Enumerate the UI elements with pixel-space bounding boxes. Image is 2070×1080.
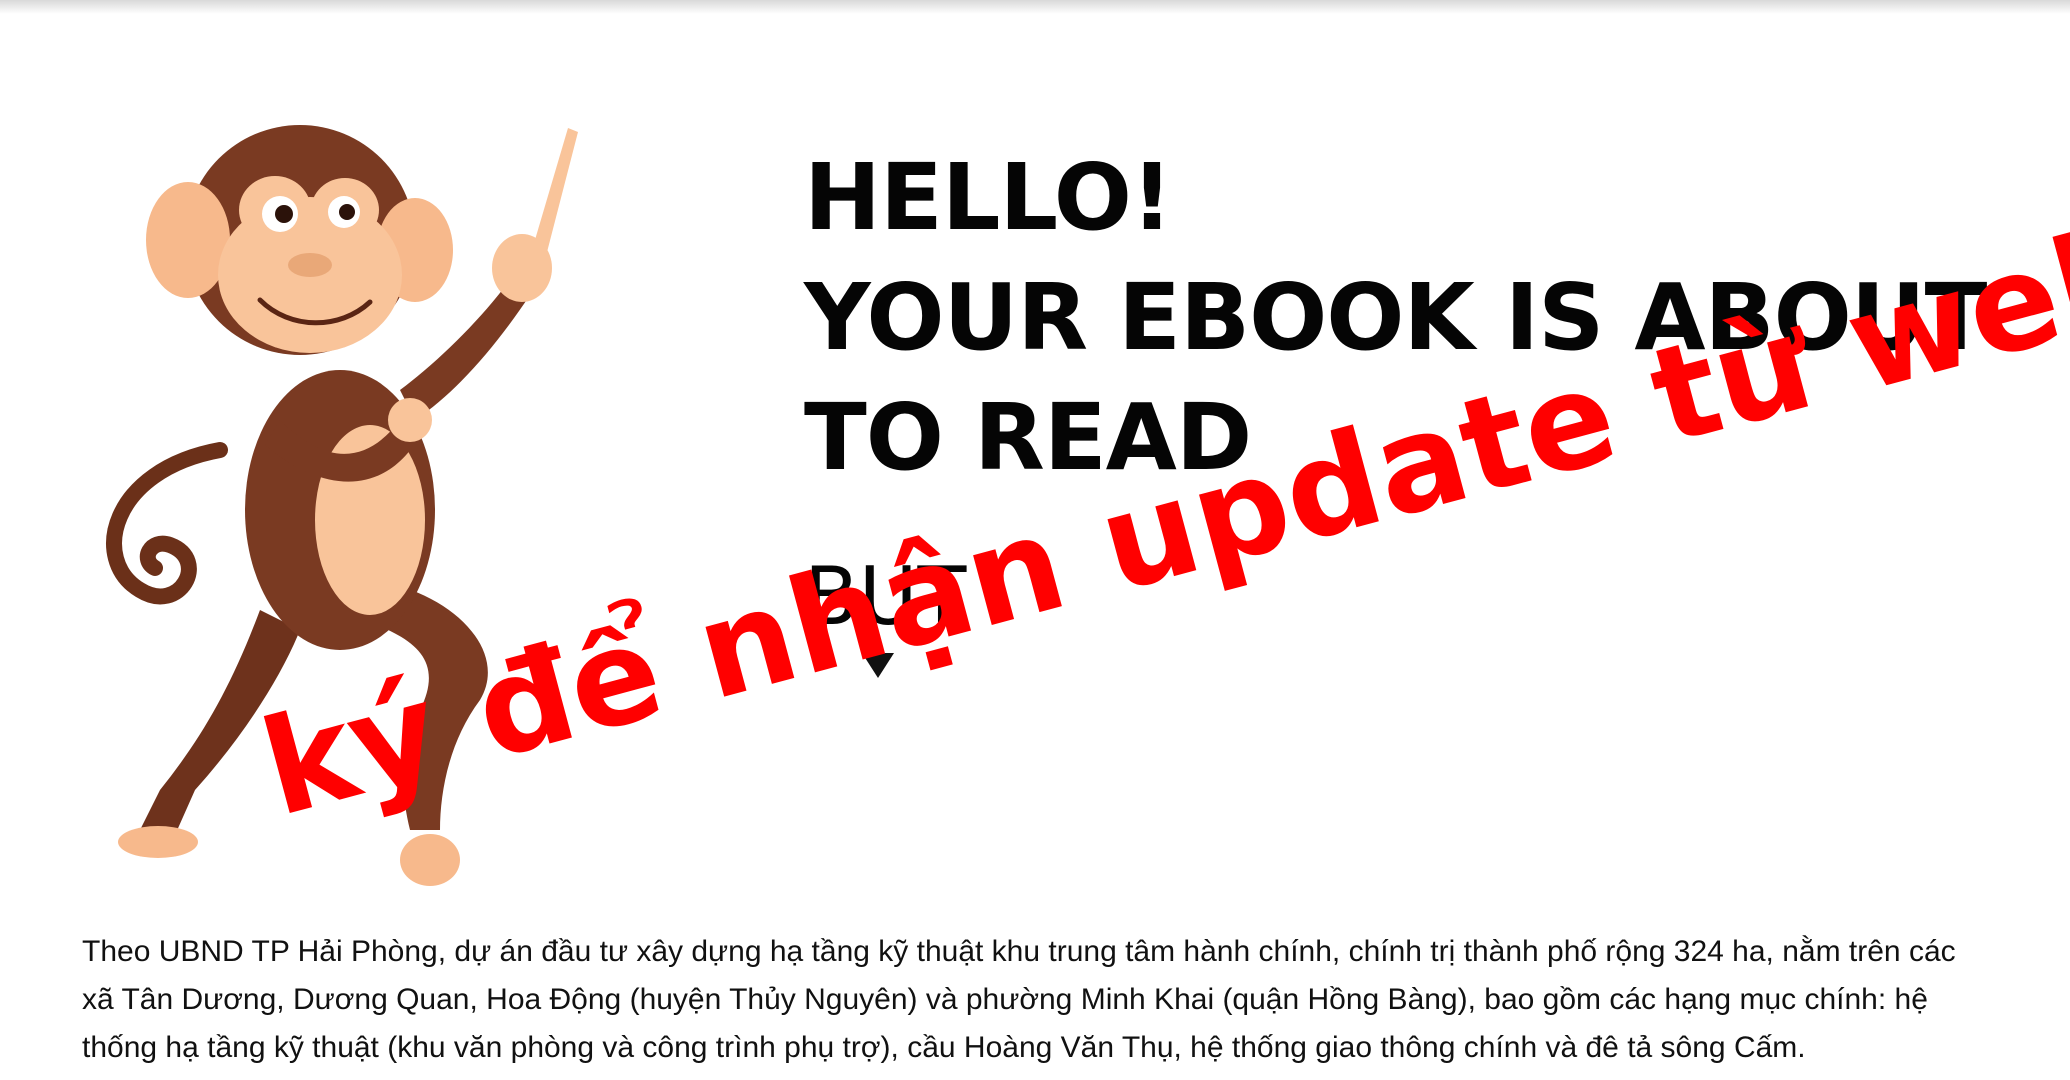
top-shadow [0,0,2070,14]
hero-title-line: HELLO! [804,144,1173,251]
article-paragraph: Theo UBND TP Hải Phòng, dự án đầu tư xây… [82,935,1956,1064]
